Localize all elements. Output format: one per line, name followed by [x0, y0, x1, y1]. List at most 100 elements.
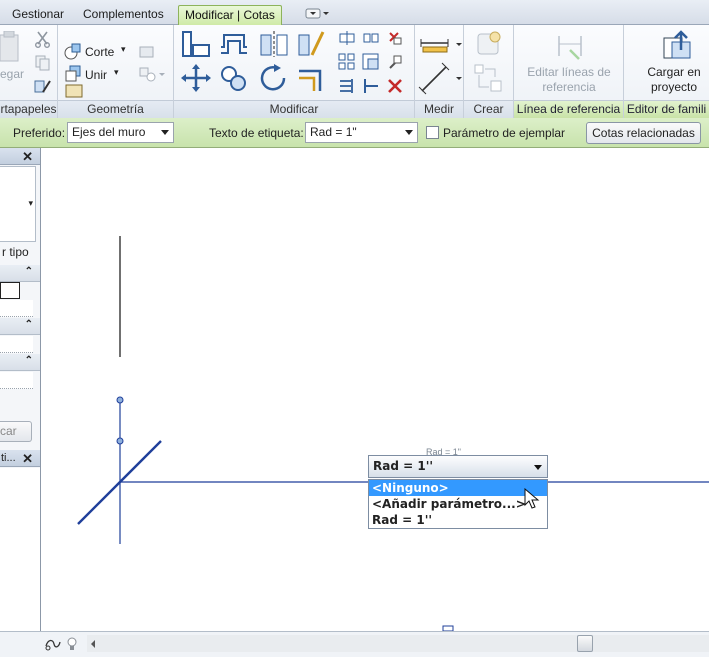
paste-label: egar: [0, 67, 25, 81]
split-element-icon[interactable]: [338, 31, 356, 45]
paste-icon[interactable]: [0, 31, 22, 65]
property-row[interactable]: [0, 300, 33, 317]
ribbon-tab-bar: Gestionar Complementos Modificar | Cotas: [0, 0, 709, 25]
properties-section[interactable]: ⌃: [0, 265, 40, 282]
unir-label[interactable]: Unir: [85, 68, 107, 82]
panel-editor-familia: Cargar en proyecto Editor de famili: [624, 25, 709, 118]
cargar-label[interactable]: Cargar en proyecto: [634, 65, 709, 95]
texto-etiqueta-select[interactable]: Rad = 1": [305, 122, 418, 143]
panel-title-linea-referencia: Línea de referencia: [514, 100, 623, 118]
parametro-ejemplar-label: Parámetro de ejemplar: [443, 126, 566, 140]
edit-reference-lines-icon[interactable]: [554, 32, 586, 62]
properties-panel: ✕ ▾ r tipo ⌃ ⌃ ⌃ car ti... ✕: [0, 148, 41, 648]
unir-dropdown-icon[interactable]: ▾: [114, 67, 119, 78]
collapse-icon: ⌃: [24, 319, 33, 330]
mirror-draw-icon[interactable]: [296, 29, 328, 59]
view-control-bar: [0, 631, 709, 657]
delete-icon[interactable]: [386, 77, 404, 95]
paint-icon[interactable]: [64, 77, 86, 99]
project-browser-title: ti...: [1, 452, 16, 464]
option-anadir-parametro[interactable]: <Añadir parámetro...>: [369, 496, 547, 512]
grip-handle[interactable]: [116, 396, 124, 404]
properties-header: ✕: [0, 148, 40, 165]
copy-icon[interactable]: [34, 54, 52, 72]
texto-etiqueta-value: Rad = 1": [310, 125, 357, 139]
trim-extend-icon[interactable]: [296, 63, 328, 93]
corte-label[interactable]: Corte: [85, 45, 114, 59]
properties-section[interactable]: ⌃: [0, 318, 40, 335]
drawing-canvas[interactable]: [41, 148, 709, 631]
grip-handle[interactable]: [116, 437, 124, 445]
edit-type-label[interactable]: r tipo: [2, 245, 29, 259]
panel-title-geometria: Geometría: [58, 100, 173, 118]
lightbulb-icon[interactable]: [66, 637, 78, 651]
dimension-label-options: <Ninguno> <Añadir parámetro...> Rad = 1'…: [368, 479, 548, 529]
move-icon[interactable]: [180, 63, 212, 93]
aligned-dimension-icon[interactable]: [418, 61, 462, 95]
panel-title-portapapeles: rtapapeles: [0, 100, 57, 118]
apply-button[interactable]: car: [0, 421, 32, 442]
cut-geometry-icon[interactable]: [64, 42, 82, 60]
align-icon[interactable]: [180, 29, 212, 59]
close-icon[interactable]: ✕: [22, 149, 33, 165]
close-icon[interactable]: ✕: [22, 451, 33, 467]
preferido-select[interactable]: Ejes del muro: [67, 122, 174, 143]
options-bar: Preferido: Ejes del muro Texto de etique…: [0, 118, 709, 148]
cut-icon[interactable]: [34, 30, 52, 48]
measure-icon[interactable]: [418, 31, 462, 57]
panel-title-crear: Crear: [464, 100, 513, 118]
match-properties-icon[interactable]: [34, 78, 52, 96]
create-group-icon[interactable]: [475, 29, 505, 57]
create-similar-icon[interactable]: [473, 63, 505, 93]
offset-icon[interactable]: [218, 29, 250, 59]
split-face-icon[interactable]: [138, 65, 166, 83]
horizontal-scrollbar[interactable]: [87, 635, 709, 652]
property-row[interactable]: [0, 336, 33, 353]
apply-label: car: [0, 424, 17, 438]
project-browser-tree[interactable]: [0, 468, 40, 631]
option-ninguno[interactable]: <Ninguno>: [369, 480, 547, 496]
copy-element-icon[interactable]: [218, 63, 250, 93]
collapse-icon: ⌃: [24, 266, 33, 277]
scale-icon[interactable]: [362, 53, 380, 71]
scrollbar-thumb[interactable]: [577, 635, 593, 652]
editar-lineas-label[interactable]: Editar líneas de referencia: [522, 65, 616, 95]
properties-section[interactable]: ⌃: [0, 354, 40, 371]
chevron-down-icon: ▾: [28, 198, 33, 208]
cotas-relacionadas-button[interactable]: Cotas relacionadas: [586, 122, 701, 144]
panel-title-modificar: Modificar: [174, 100, 414, 118]
array-icon[interactable]: [338, 53, 356, 71]
ribbon-minimize-toggle[interactable]: [305, 8, 331, 20]
panel-portapapeles: egar rtapapeles: [0, 25, 58, 118]
split-gap-icon[interactable]: [362, 31, 380, 45]
preferido-label: Preferido:: [13, 126, 66, 140]
tab-complementos[interactable]: Complementos: [77, 5, 170, 25]
panel-modificar: Modificar: [174, 25, 415, 118]
drawing-geometry: [77, 236, 709, 631]
texto-etiqueta-label: Texto de etiqueta:: [209, 126, 304, 140]
panel-geometria: Corte ▾ Unir ▾ Geometría: [58, 25, 174, 118]
project-browser-header: ti... ✕: [0, 450, 40, 467]
chevron-down-icon: [534, 465, 542, 470]
parametro-ejemplar-checkbox[interactable]: [426, 126, 439, 139]
wall-joins-icon[interactable]: [138, 42, 156, 60]
trim-multiple-icon[interactable]: [338, 77, 356, 95]
property-row[interactable]: [0, 372, 33, 389]
option-rad-1[interactable]: Rad = 1'': [369, 512, 547, 528]
pin-icon[interactable]: [386, 53, 404, 71]
corte-dropdown-icon[interactable]: ▾: [121, 44, 126, 55]
trim-single-icon[interactable]: [362, 77, 380, 95]
mouse-cursor-icon: [524, 488, 540, 509]
type-selector[interactable]: ▾: [0, 166, 36, 242]
dimension-label-select[interactable]: Rad = 1'': [368, 455, 548, 478]
unpin-icon[interactable]: [386, 29, 404, 47]
scroll-left-icon[interactable]: [89, 639, 97, 649]
tab-modificar-cotas[interactable]: Modificar | Cotas: [178, 5, 282, 25]
rotate-icon[interactable]: [258, 63, 290, 93]
tab-gestionar[interactable]: Gestionar: [6, 5, 70, 25]
property-value-cell[interactable]: [0, 282, 20, 299]
mirror-axis-icon[interactable]: [258, 29, 290, 59]
panel-linea-referencia: Editar líneas de referencia Línea de ref…: [514, 25, 624, 118]
navigation-wheel-icon[interactable]: [44, 636, 62, 652]
load-into-project-icon[interactable]: [660, 30, 694, 62]
